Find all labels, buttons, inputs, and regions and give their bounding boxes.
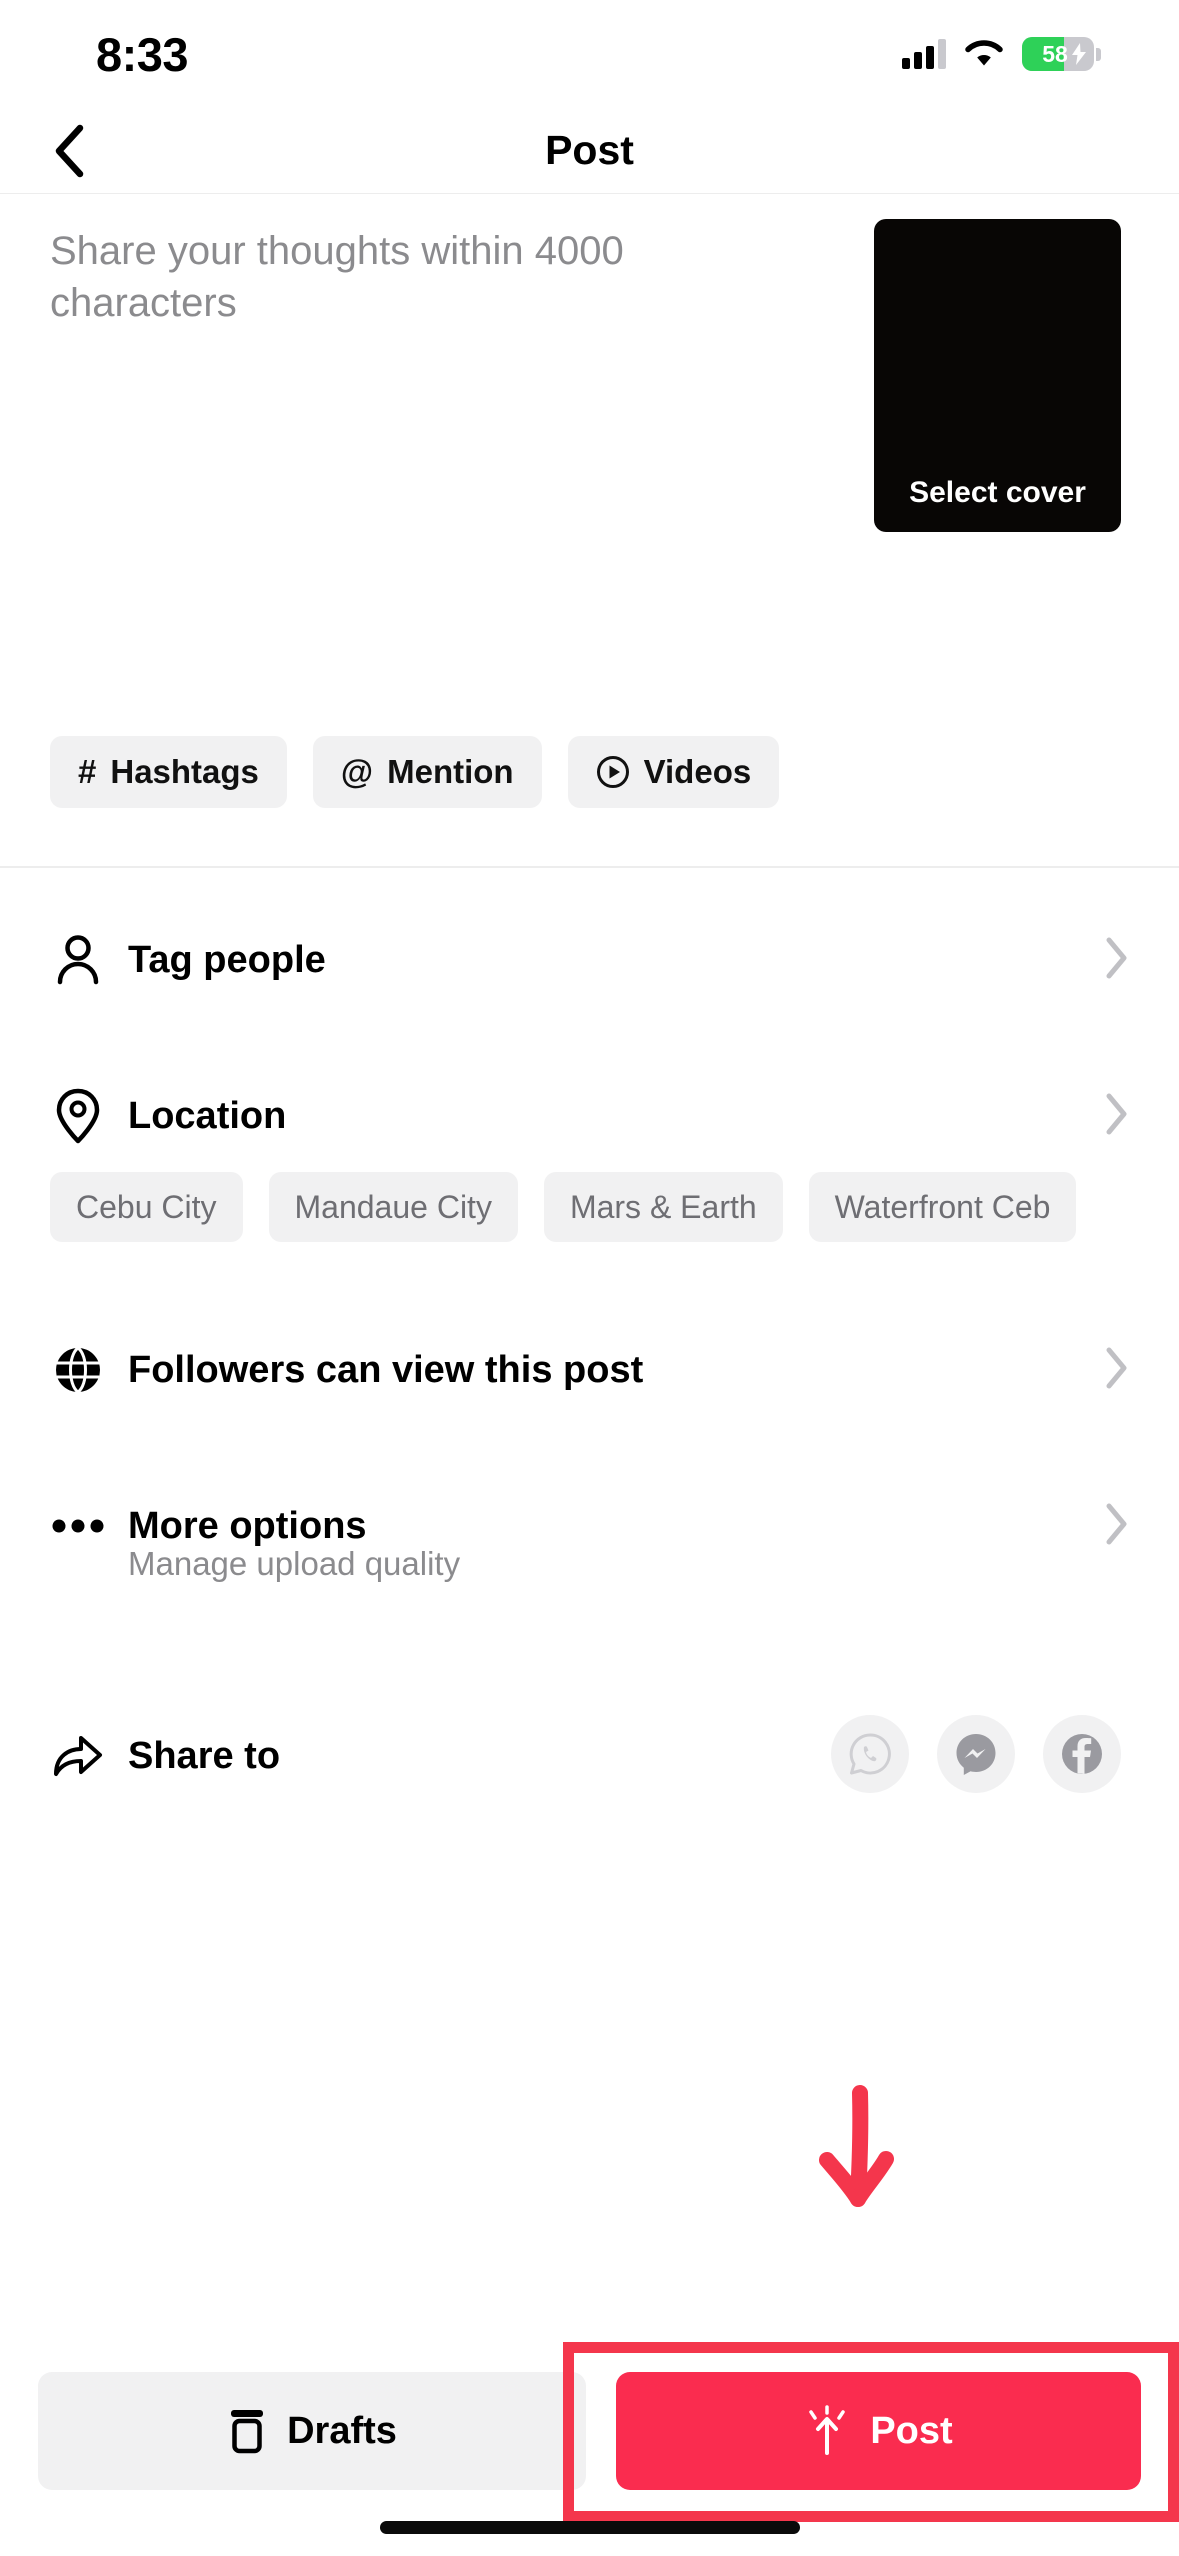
location-row[interactable]: Location	[0, 1068, 1179, 1164]
page-title: Post	[545, 127, 634, 173]
mention-chip-label: Mention	[387, 753, 514, 790]
battery-indicator: 58	[1022, 37, 1101, 71]
status-bar-time: 8:33	[96, 27, 189, 81]
location-suggestion-chip[interactable]: Mandaue City	[268, 1172, 518, 1242]
status-bar: 8:33 58	[0, 0, 1179, 108]
location-suggestion-chip[interactable]: Cebu City	[50, 1172, 243, 1242]
person-icon	[50, 932, 106, 988]
section-divider-top	[0, 866, 1179, 868]
map-pin-icon	[50, 1088, 106, 1144]
status-bar-indicators: 58	[902, 37, 1101, 71]
chevron-right-icon	[1105, 1503, 1129, 1550]
drafts-button[interactable]: Drafts	[38, 2372, 586, 2490]
back-button[interactable]	[38, 120, 100, 182]
share-targets	[831, 1715, 1121, 1793]
share-arrow-icon	[50, 1728, 106, 1784]
battery-icon: 58	[1022, 37, 1094, 71]
compose-section: Share your thoughts within 4000 characte…	[0, 195, 1179, 532]
location-suggestions-row: Cebu City Mandaue City Mars & Earth Wate…	[0, 1172, 1179, 1242]
red-down-arrow-annotation	[800, 2085, 920, 2240]
page-header: Post	[0, 108, 1179, 194]
globe-icon	[50, 1342, 106, 1398]
drafts-icon	[231, 2410, 264, 2454]
tag-people-label: Tag people	[128, 938, 326, 981]
select-cover-thumbnail[interactable]: Select cover	[874, 219, 1121, 532]
phone-screen: 8:33 58 Post Share your thoughts within …	[0, 0, 1179, 2556]
drafts-label: Drafts	[287, 2409, 397, 2452]
videos-chip[interactable]: Videos	[567, 736, 780, 808]
tag-people-row[interactable]: Tag people	[0, 912, 1179, 1008]
share-to-label: Share to	[128, 1734, 281, 1777]
location-suggestion-chip[interactable]: Waterfront Ceb	[808, 1172, 1077, 1242]
post-button-highlight-box	[563, 2342, 1179, 2522]
battery-cap	[1096, 47, 1101, 61]
privacy-label: Followers can view this post	[128, 1348, 644, 1391]
chevron-right-icon	[1105, 937, 1129, 984]
privacy-row[interactable]: Followers can view this post	[0, 1322, 1179, 1418]
ellipsis-icon	[50, 1498, 106, 1554]
cellular-signal-icon	[902, 39, 946, 69]
more-options-sublabel: Manage upload quality	[128, 1545, 461, 1582]
home-indicator	[379, 2521, 800, 2534]
select-cover-label: Select cover	[909, 476, 1086, 509]
chevron-right-icon	[1105, 1347, 1129, 1394]
at-mention-icon: @	[340, 753, 374, 790]
videos-chip-label: Videos	[643, 753, 752, 790]
hashtag-icon: #	[78, 753, 97, 790]
hashtags-chip-label: Hashtags	[110, 753, 259, 790]
caption-input[interactable]: Share your thoughts within 4000 characte…	[50, 225, 810, 329]
back-chevron-icon	[55, 124, 84, 177]
whatsapp-icon[interactable]	[831, 1715, 909, 1793]
wifi-icon	[965, 40, 1003, 66]
facebook-icon[interactable]	[1043, 1715, 1121, 1793]
chevron-right-icon	[1105, 1093, 1129, 1140]
messenger-icon[interactable]	[937, 1715, 1015, 1793]
hashtags-chip[interactable]: # Hashtags	[50, 736, 287, 808]
location-suggestion-chip[interactable]: Mars & Earth	[543, 1172, 783, 1242]
compose-chip-row: # Hashtags @ Mention Videos	[0, 736, 1179, 808]
location-label: Location	[128, 1094, 287, 1137]
more-options-label: More options	[128, 1504, 367, 1547]
charging-bolt-icon	[1072, 43, 1086, 65]
play-circle-icon	[596, 756, 629, 788]
mention-chip[interactable]: @ Mention	[312, 736, 542, 808]
